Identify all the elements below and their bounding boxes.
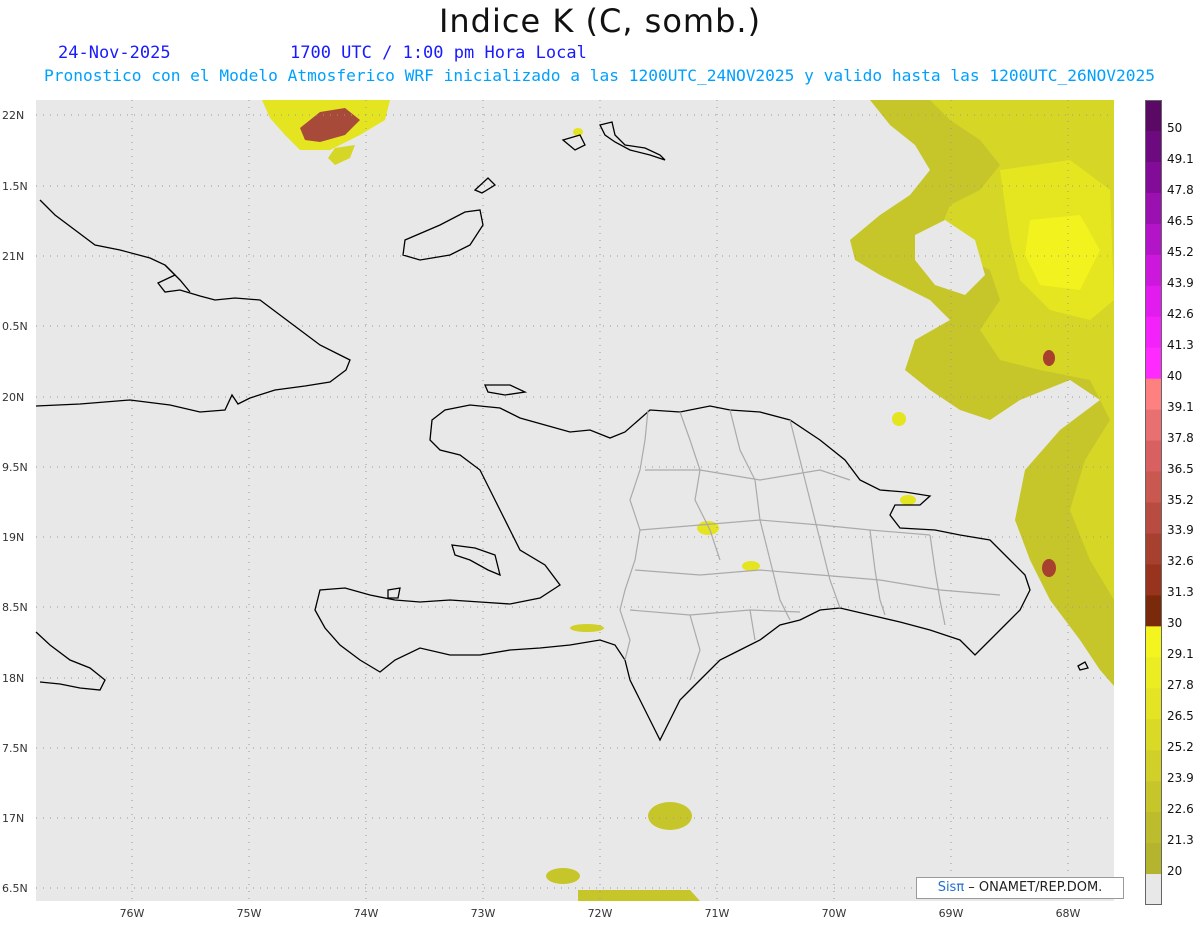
colorbar: [1145, 100, 1162, 905]
credit-brand: Sisπ: [937, 880, 965, 895]
colorbar-swatch: [1145, 316, 1162, 349]
colorbar-label: 39.1: [1167, 399, 1194, 414]
colorbar-label: 49.1: [1167, 151, 1194, 166]
colorbar-label: 45.2: [1167, 244, 1194, 259]
colorbar-label: 22.6: [1167, 802, 1194, 817]
colorbar-swatch: [1145, 595, 1162, 627]
colorbar-label: 33.9: [1167, 523, 1194, 538]
lon-label: 74W: [354, 907, 379, 920]
colorbar-label: 37.8: [1167, 430, 1194, 445]
lon-label: 69W: [939, 907, 964, 920]
colorbar-label: 50: [1167, 120, 1183, 135]
lat-label: 21N: [2, 250, 24, 263]
colorbar-label: 46.5: [1167, 213, 1194, 228]
lat-label: 1.5N: [2, 180, 28, 193]
colorbar-label: 26.5: [1167, 709, 1194, 724]
lon-label: 71W: [705, 907, 730, 920]
colorbar-label: 47.8: [1167, 182, 1194, 197]
colorbar-swatch: [1145, 533, 1162, 565]
lon-label: 73W: [471, 907, 496, 920]
map-svg: 22N 1.5N 21N 0.5N 20N 9.5N 19N 8.5N 18N …: [2, 100, 1114, 920]
colorbar-swatch: [1145, 502, 1162, 534]
colorbar-swatch: [1145, 719, 1162, 751]
colorbar-swatch: [1145, 285, 1162, 318]
colorbar-label: 35.2: [1167, 492, 1194, 507]
lat-label: 6.5N: [2, 882, 28, 895]
colorbar-swatch: [1145, 378, 1162, 411]
lat-label: 7.5N: [2, 742, 28, 755]
lat-label: 19N: [2, 531, 24, 544]
colorbar-swatch: [1145, 161, 1162, 194]
colorbar-label: 31.3: [1167, 585, 1194, 600]
colorbar-label: 36.5: [1167, 461, 1194, 476]
lon-label: 68W: [1056, 907, 1081, 920]
colorbar-swatch: [1145, 347, 1162, 380]
colorbar-swatch: [1145, 812, 1162, 844]
lon-label: 75W: [237, 907, 262, 920]
colorbar-label: 32.6: [1167, 554, 1194, 569]
colorbar-swatch: [1145, 688, 1162, 720]
colorbar-swatch: [1145, 254, 1162, 287]
colorbar-label: 20: [1167, 864, 1183, 879]
colorbar-label: 42.6: [1167, 306, 1194, 321]
colorbar-label: 25.2: [1167, 740, 1194, 755]
colorbar-swatch: [1145, 409, 1162, 442]
colorbar-label: 23.9: [1167, 771, 1194, 786]
colorbar-swatch: [1145, 626, 1162, 658]
lat-label: 8.5N: [2, 601, 28, 614]
lat-label: 20N: [2, 391, 24, 404]
colorbar-swatch: [1145, 781, 1162, 813]
lon-label: 72W: [588, 907, 613, 920]
colorbar-label: 40: [1167, 368, 1183, 383]
lat-label: 9.5N: [2, 461, 28, 474]
colorbar-label: 30: [1167, 616, 1183, 631]
colorbar-swatch: [1145, 130, 1162, 163]
colorbar-swatch: [1145, 440, 1162, 473]
colorbar-label: 21.3: [1167, 833, 1194, 848]
colorbar-label: 43.9: [1167, 275, 1194, 290]
colorbar-swatch: [1145, 750, 1162, 782]
colorbar-swatch: [1145, 223, 1162, 256]
colorbar-swatch: [1145, 100, 1162, 132]
colorbar-swatch: [1145, 471, 1162, 503]
colorbar-swatch: [1145, 564, 1162, 596]
credit-text: – ONAMET/REP.DOM.: [964, 880, 1103, 895]
lat-label: 18N: [2, 672, 24, 685]
colorbar-swatch: [1145, 843, 1162, 875]
lat-label: 0.5N: [2, 320, 28, 333]
colorbar-swatch: [1145, 192, 1162, 225]
credit-box: Sisπ – ONAMET/REP.DOM.: [916, 877, 1124, 899]
colorbar-swatch: [1145, 874, 1162, 905]
lat-labels: 22N 1.5N 21N 0.5N 20N 9.5N 19N 8.5N 18N …: [2, 109, 28, 895]
lon-labels: 76W 75W 74W 73W 72W 71W 70W 69W 68W: [120, 907, 1081, 920]
lat-label: 22N: [2, 109, 24, 122]
colorbar-label: 41.3: [1167, 337, 1194, 352]
colorbar-swatch: [1145, 657, 1162, 689]
lat-label: 17N: [2, 812, 24, 825]
lon-label: 76W: [120, 907, 145, 920]
lon-label: 70W: [822, 907, 847, 920]
colorbar-label: 29.1: [1167, 647, 1194, 662]
colorbar-label: 27.8: [1167, 678, 1194, 693]
